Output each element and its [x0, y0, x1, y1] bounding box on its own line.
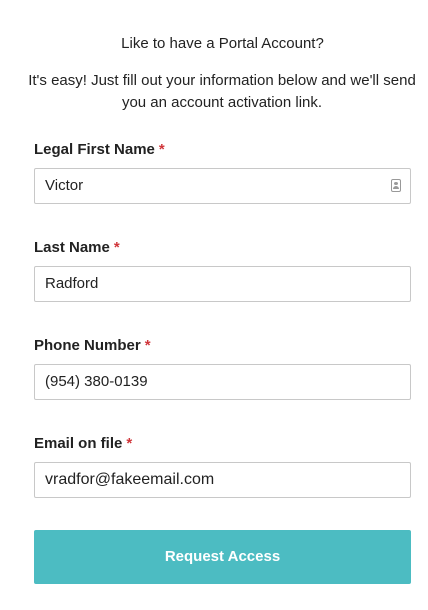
last-name-group: Last Name * Radford: [34, 238, 411, 302]
email-group: Email on file * vradfor@fakeemail.com: [34, 434, 411, 498]
required-marker: *: [144, 337, 151, 354]
phone-label: Phone Number *: [34, 336, 411, 356]
contact-card-icon[interactable]: [391, 179, 401, 192]
last-name-label: Last Name *: [34, 238, 411, 258]
required-marker: *: [158, 141, 165, 158]
required-marker: *: [126, 435, 133, 452]
first-name-value: Victor: [45, 177, 84, 194]
email-label-text: Email on file: [34, 435, 123, 452]
phone-group: Phone Number * (954) 380-0139: [34, 336, 411, 400]
page-title: Like to have a Portal Account?: [121, 35, 324, 52]
request-access-button[interactable]: Request Access: [34, 530, 411, 584]
first-name-label: Legal First Name *: [34, 140, 411, 160]
phone-label-text: Phone Number: [34, 337, 141, 354]
required-marker: *: [113, 239, 120, 256]
email-label: Email on file *: [34, 434, 411, 454]
phone-field[interactable]: (954) 380-0139: [34, 364, 411, 400]
email-field[interactable]: vradfor@fakeemail.com: [34, 462, 411, 498]
first-name-label-text: Legal First Name: [34, 141, 155, 158]
intro-text: It's easy! Just fill out your informatio…: [28, 72, 416, 111]
last-name-label-text: Last Name: [34, 239, 110, 256]
first-name-group: Legal First Name * Victor: [34, 140, 411, 204]
phone-value: (954) 380-0139: [45, 373, 148, 390]
last-name-field[interactable]: Radford: [34, 266, 411, 302]
signup-form: Like to have a Portal Account? It's easy…: [28, 0, 416, 584]
last-name-value: Radford: [45, 275, 99, 292]
first-name-field[interactable]: Victor: [34, 168, 411, 204]
email-value: vradfor@fakeemail.com: [45, 471, 215, 488]
